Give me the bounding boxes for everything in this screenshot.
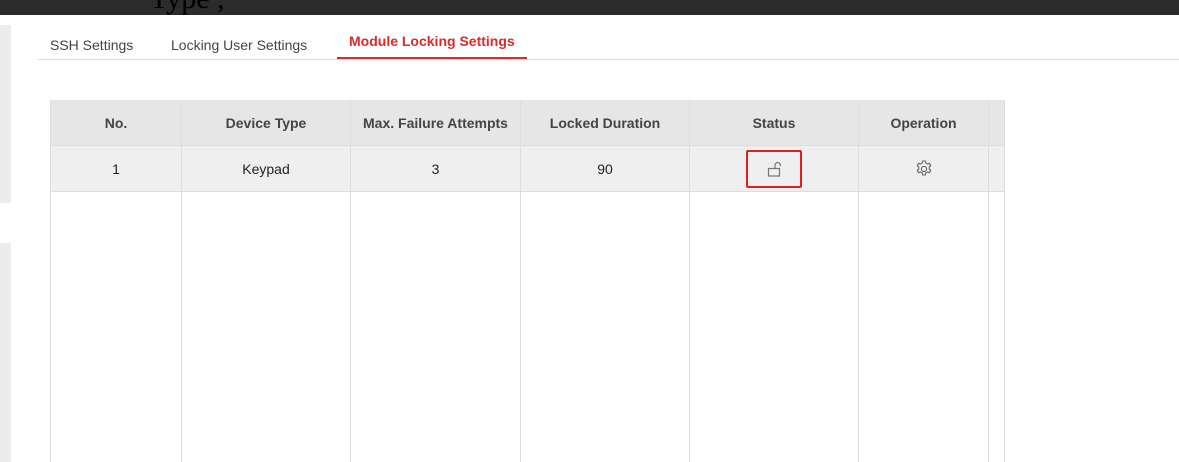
column-header-max-failure-attempts: Max. Failure Attempts xyxy=(363,115,508,131)
column-header-no: No. xyxy=(104,115,128,131)
left-rail-segment xyxy=(0,25,11,203)
column-header-locked-duration: Locked Duration xyxy=(549,115,661,131)
column-header-device-type: Device Type xyxy=(225,115,307,131)
tab-bar-divider xyxy=(38,59,1179,60)
cell-device-type: Keypad xyxy=(242,160,290,177)
tab-locking-user-settings[interactable]: Locking User Settings xyxy=(171,36,307,54)
module-locking-table: No. Device Type Max. Failure Attempts Lo… xyxy=(50,100,1005,462)
settings-button[interactable] xyxy=(912,157,936,181)
left-rail xyxy=(0,15,12,462)
cell-no: 1 xyxy=(112,160,120,177)
unlock-icon xyxy=(767,161,781,177)
column-header-status: Status xyxy=(752,115,796,131)
column-divider xyxy=(988,100,989,462)
left-rail-segment xyxy=(0,243,11,462)
gear-icon xyxy=(916,159,931,176)
tab-bar: SSH Settings Locking User Settings Modul… xyxy=(38,20,1179,60)
column-header-operation: Operation xyxy=(890,115,957,131)
cell-locked-duration: 90 xyxy=(597,160,613,177)
tab-ssh-settings[interactable]: SSH Settings xyxy=(50,36,133,54)
status-unlock-button[interactable] xyxy=(746,149,802,188)
top-bar-text: Type , xyxy=(150,0,225,15)
cell-max-failure-attempts: 3 xyxy=(431,160,440,177)
top-bar: Type , xyxy=(0,0,1179,15)
cell-operation xyxy=(859,146,988,191)
cell-status xyxy=(690,146,858,191)
tab-module-locking-settings[interactable]: Module Locking Settings xyxy=(337,32,527,59)
